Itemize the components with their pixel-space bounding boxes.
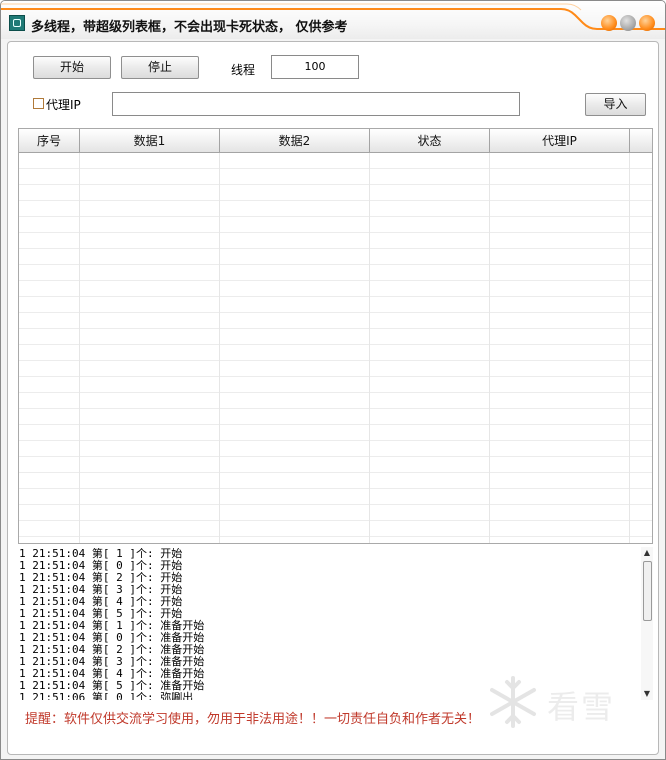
column-header-proxy-ip[interactable]: 代理IP bbox=[490, 129, 630, 153]
watermark: 看雪 bbox=[485, 674, 625, 734]
client-area: 开始 停止 线程 100 代理IP 导入 序号 数据1 数据2 状态 代理IP bbox=[7, 41, 659, 755]
scroll-up-arrow-icon[interactable]: ▲ bbox=[641, 547, 653, 559]
log-scrollbar[interactable]: ▲ ▼ bbox=[641, 547, 653, 700]
maximize-button[interactable] bbox=[620, 15, 636, 31]
thread-label: 线程 bbox=[231, 63, 256, 77]
start-button[interactable]: 开始 bbox=[33, 56, 111, 79]
main-window: 多线程，带超级列表框，不会出现卡死状态， 仅供参考 开始 停止 线程 100 代… bbox=[0, 0, 666, 760]
thread-count-input[interactable]: 100 bbox=[271, 55, 359, 79]
column-divider bbox=[629, 153, 630, 543]
app-icon bbox=[9, 15, 25, 31]
column-divider bbox=[79, 153, 80, 543]
column-header-index[interactable]: 序号 bbox=[19, 129, 80, 153]
table-body[interactable] bbox=[19, 153, 652, 543]
scroll-thumb[interactable] bbox=[643, 561, 652, 621]
title-bar[interactable]: 多线程，带超级列表框，不会出现卡死状态， 仅供参考 bbox=[1, 1, 665, 39]
column-divider bbox=[219, 153, 220, 543]
close-button[interactable] bbox=[639, 15, 655, 31]
super-list-box[interactable]: 序号 数据1 数据2 状态 代理IP bbox=[18, 128, 653, 544]
scroll-down-arrow-icon[interactable]: ▼ bbox=[641, 688, 653, 700]
snowflake-icon bbox=[490, 676, 536, 728]
stop-button[interactable]: 停止 bbox=[121, 56, 199, 79]
watermark-text: 看雪 bbox=[547, 688, 616, 726]
column-header-data1[interactable]: 数据1 bbox=[80, 129, 220, 153]
proxy-label: 代理IP bbox=[46, 98, 81, 112]
proxy-checkbox[interactable] bbox=[33, 98, 44, 109]
import-button[interactable]: 导入 bbox=[585, 93, 646, 116]
minimize-button[interactable] bbox=[601, 15, 617, 31]
table-header: 序号 数据1 数据2 状态 代理IP bbox=[19, 129, 652, 153]
proxy-input[interactable] bbox=[112, 92, 520, 116]
column-divider bbox=[369, 153, 370, 543]
column-header-status[interactable]: 状态 bbox=[370, 129, 490, 153]
window-title: 多线程，带超级列表框，不会出现卡死状态， 仅供参考 bbox=[31, 20, 348, 35]
column-header-data2[interactable]: 数据2 bbox=[220, 129, 370, 153]
column-header-filler bbox=[630, 129, 652, 153]
warning-text: 提醒：软件仅供交流学习使用，勿用于非法用途！！一切责任自负和作者无关！ bbox=[25, 712, 481, 727]
column-divider bbox=[489, 153, 490, 543]
